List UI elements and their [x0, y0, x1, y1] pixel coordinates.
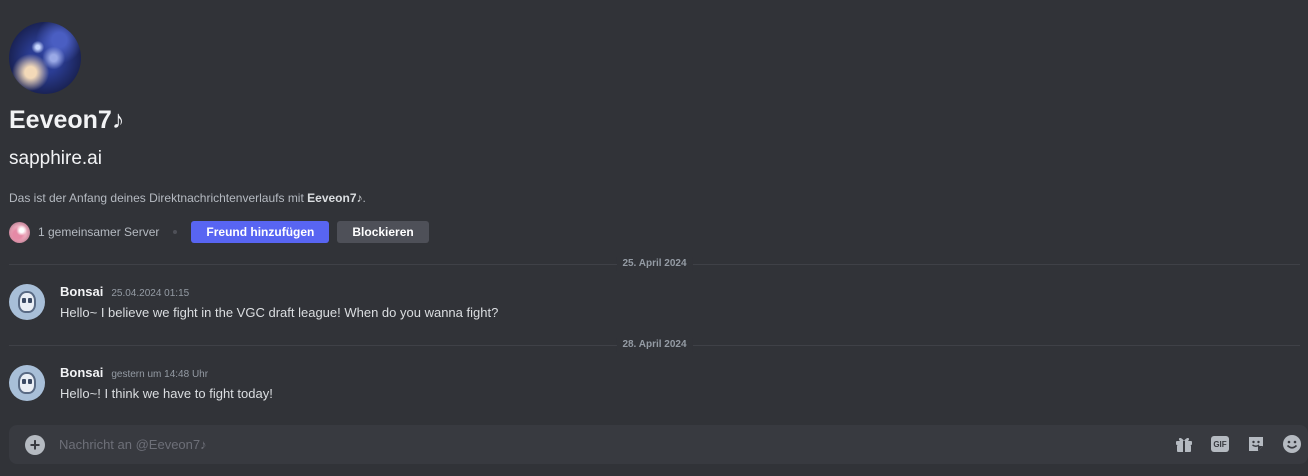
sticker-icon[interactable] [1246, 434, 1266, 454]
composer-buttons: GIF [1158, 434, 1302, 454]
message-body: Bonsai gestern um 14:48 Uhr Hello~! I th… [60, 365, 273, 404]
date-divider: 28. April 2024 [9, 338, 1300, 352]
message-header: Bonsai 25.04.2024 01:15 [60, 284, 498, 302]
avatar-eye-right [28, 379, 32, 384]
message-text: Hello~! I think we have to fight today! [60, 386, 273, 401]
author-avatar[interactable] [9, 284, 45, 320]
date-divider-label: 28. April 2024 [616, 338, 693, 352]
add-circle-icon[interactable]: + [25, 435, 45, 455]
gift-icon[interactable] [1174, 434, 1194, 454]
date-divider-label: 25. April 2024 [616, 257, 693, 271]
message-composer: + GIF [9, 425, 1308, 464]
block-button[interactable]: Blockieren [337, 221, 429, 243]
profile-actions-row: 1 gemeinsamer Server Freund hinzufügen B… [9, 221, 429, 243]
dm-intro-text: Das ist der Anfang deines Direktnachrich… [9, 190, 366, 206]
mutual-server-icon[interactable] [9, 221, 30, 243]
avatar-face [18, 372, 36, 394]
gif-icon[interactable]: GIF [1210, 434, 1230, 454]
message-author[interactable]: Bonsai [60, 365, 103, 380]
avatar-face [18, 291, 36, 313]
profile-display-name: Eeveon7♪ [9, 106, 125, 134]
gif-label: GIF [1211, 436, 1229, 452]
add-friend-button[interactable]: Freund hinzufügen [191, 221, 330, 243]
emoji-icon[interactable] [1282, 434, 1302, 454]
message-text: Hello~ I believe we fight in the VGC dra… [60, 305, 499, 320]
message-header: Bonsai gestern um 14:48 Uhr [60, 365, 273, 383]
separator-dot [173, 230, 178, 234]
dm-intro-suffix: . [362, 191, 366, 205]
message-body: Bonsai 25.04.2024 01:15 Hello~ I believe… [60, 284, 498, 323]
author-avatar[interactable] [9, 365, 45, 401]
avatar-eye-left [22, 298, 26, 303]
dm-intro-prefix: Das ist der Anfang deines Direktnachrich… [9, 191, 308, 205]
avatar-eye-left [22, 379, 26, 384]
profile-avatar[interactable] [9, 22, 81, 94]
dm-channel: Eeveon7♪ sapphire.ai Das ist der Anfang … [0, 0, 1308, 476]
message-author[interactable]: Bonsai [60, 284, 103, 299]
mutual-servers-link[interactable]: 1 gemeinsamer Server [38, 225, 159, 239]
message-timestamp: gestern um 14:48 Uhr [111, 369, 209, 380]
dm-intro-name: Eeveon7♪ [307, 191, 363, 205]
profile-username: sapphire.ai [9, 148, 102, 169]
avatar-eye-right [28, 298, 32, 303]
message-timestamp: 25.04.2024 01:15 [111, 288, 190, 299]
date-divider: 25. April 2024 [9, 257, 1300, 271]
message-input[interactable] [59, 425, 1139, 464]
